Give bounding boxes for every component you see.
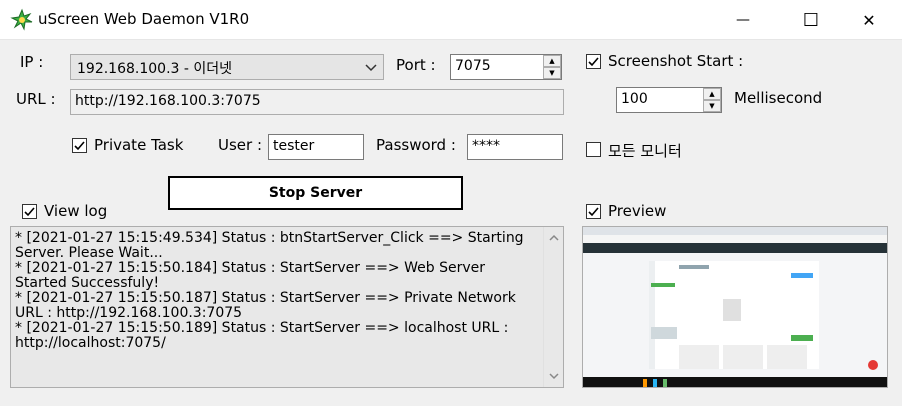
close-icon: ✕ [862,10,876,30]
spin-down-icon[interactable]: ▼ [543,67,561,79]
all-monitors-checkbox[interactable] [586,142,601,157]
scroll-up-icon[interactable] [548,233,560,243]
log-line: * [2021-01-27 15:15:50.189] Status : Sta… [15,320,513,351]
spin-up-icon[interactable]: ▲ [703,88,721,100]
preview-checkbox[interactable] [586,204,601,219]
view-log-checkbox[interactable] [22,204,37,219]
url-label: URL : [16,90,56,108]
close-button[interactable]: ✕ [846,0,892,40]
port-value: 7075 [455,58,491,74]
checkmark-icon [588,207,599,217]
title-bar: uScreen Web Daemon V1R0 — ☐ ✕ [0,0,902,40]
checkmark-icon [24,207,35,217]
password-value: **** [472,138,500,154]
minimize-icon: — [736,12,750,28]
checkmark-icon [74,141,85,151]
spin-up-icon[interactable]: ▲ [543,55,561,67]
uscreen-app-icon [10,8,33,31]
chevron-down-icon [365,64,377,72]
screenshot-start-label: Screenshot Start : [608,52,744,70]
ip-select[interactable]: 192.168.100.3 - 이더넷 [70,54,384,80]
port-label: Port : [396,56,436,74]
log-scrollbar[interactable] [543,227,563,387]
ip-select-value: 192.168.100.3 - 이더넷 [77,61,233,77]
preview-label: Preview [608,202,667,220]
stop-server-label: Stop Server [268,185,363,201]
private-task-label: Private Task [94,136,184,154]
log-textbox[interactable]: * [2021-01-27 15:15:49.534] Status : btn… [10,226,564,388]
log-line: * [2021-01-27 15:15:50.187] Status : Sta… [15,290,521,321]
stop-server-button[interactable]: Stop Server [168,176,463,210]
interval-value: 100 [621,91,648,107]
interval-spinner[interactable]: ▲ ▼ [703,88,721,112]
url-value: http://192.168.100.3:7075 [75,93,261,109]
maximize-icon: ☐ [802,9,820,31]
spin-down-icon[interactable]: ▼ [703,100,721,112]
preview-image [583,227,887,387]
window-title: uScreen Web Daemon V1R0 [38,10,250,28]
screenshot-start-checkbox[interactable] [586,54,601,69]
ip-label: IP : [20,53,44,71]
password-field[interactable]: **** [467,134,563,160]
private-task-checkbox[interactable] [72,138,87,153]
minimize-button[interactable]: — [720,0,766,40]
log-line: * [2021-01-27 15:15:49.534] Status : btn… [15,230,529,261]
user-label: User : [218,136,263,154]
screenshot-preview [582,226,888,388]
checkmark-icon [588,57,599,67]
user-field[interactable]: tester [268,134,364,160]
port-spinner[interactable]: ▲ ▼ [543,55,561,79]
url-field: http://192.168.100.3:7075 [70,89,564,115]
all-monitors-label: 모든 모니터 [608,142,682,160]
password-label: Password : [376,136,456,154]
user-value: tester [273,138,315,154]
log-line: * [2021-01-27 15:15:50.184] Status : Sta… [15,260,490,291]
scroll-down-icon[interactable] [548,371,560,381]
maximize-button[interactable]: ☐ [788,0,834,40]
view-log-label: View log [44,202,108,220]
interval-unit-label: Mellisecond [734,89,823,107]
